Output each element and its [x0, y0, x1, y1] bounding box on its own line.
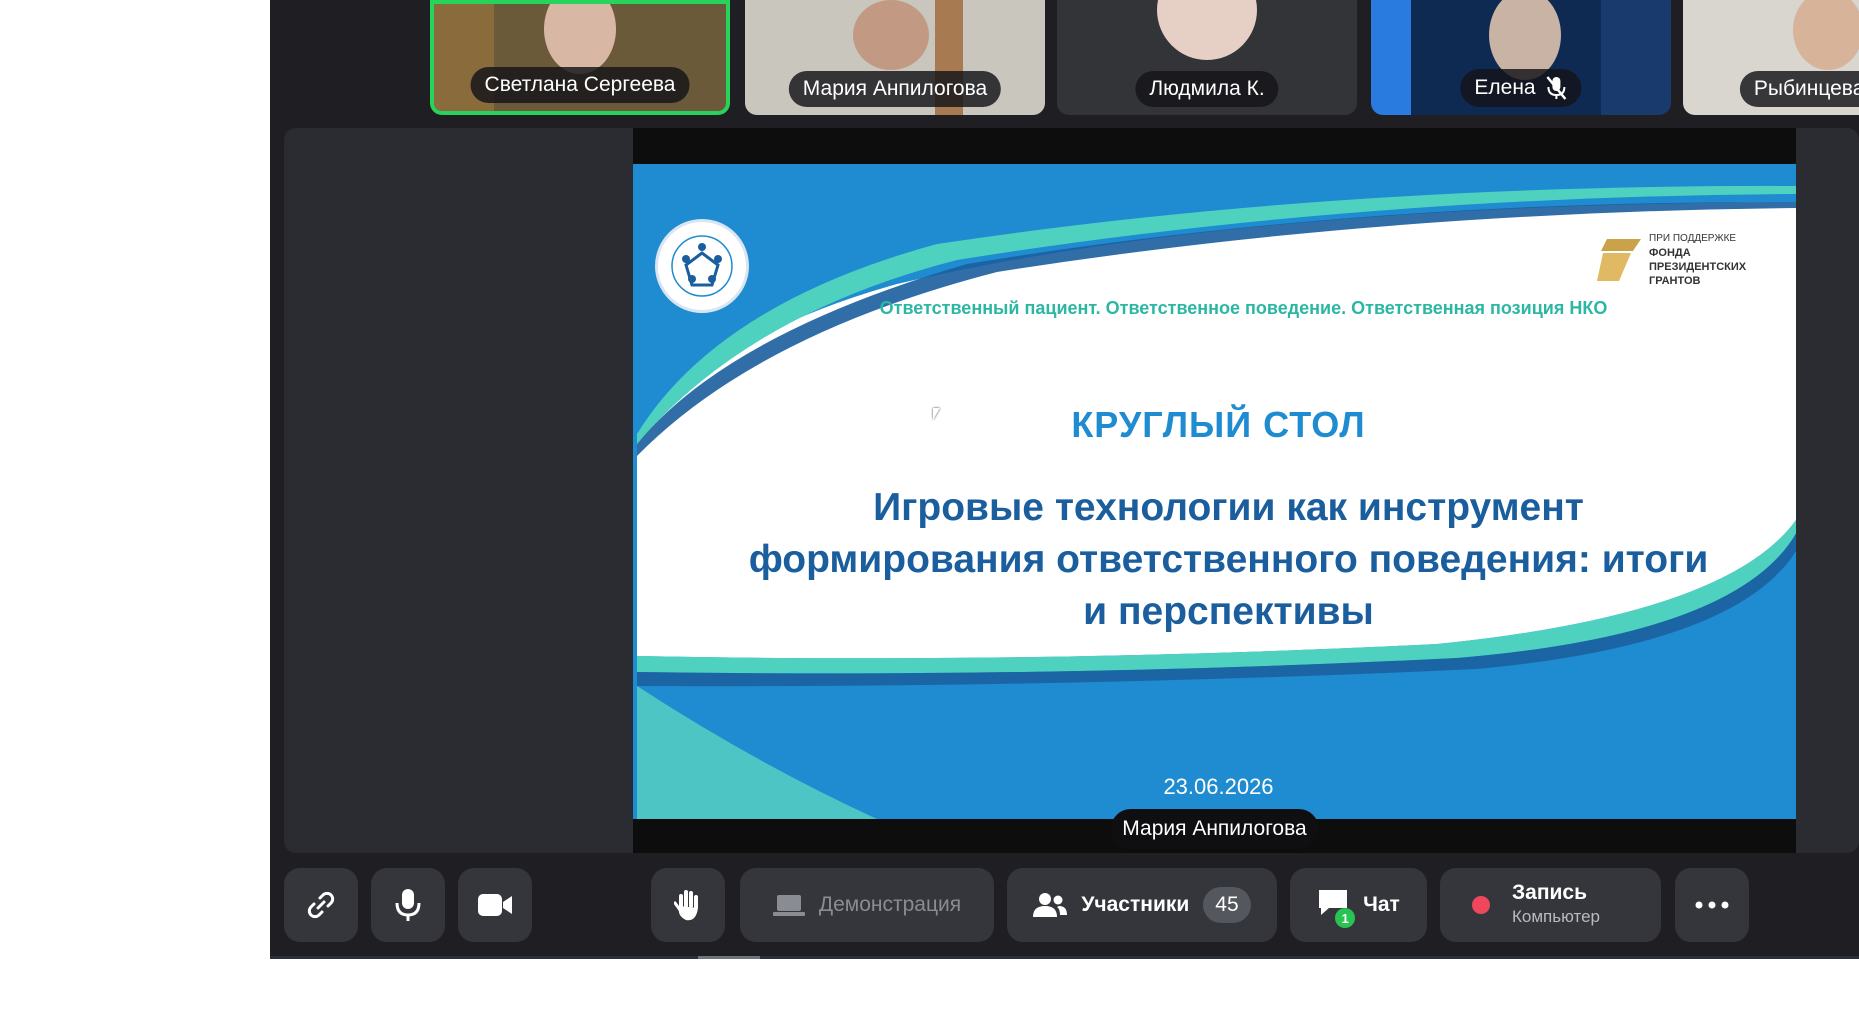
- participants-label: Участники: [1081, 893, 1190, 916]
- camera-button[interactable]: [458, 868, 532, 942]
- sponsor-line: ФОНДА: [1649, 247, 1691, 259]
- raise-hand-button[interactable]: [651, 868, 725, 942]
- participant-video: [853, 0, 929, 70]
- microphone-icon: [395, 889, 421, 921]
- raise-hand-icon: [674, 890, 698, 921]
- background-shape: [1601, 0, 1671, 115]
- slide-title: Игровые технологии как инструмент формир…: [748, 486, 1709, 633]
- slide-heading: КРУГЛЫЙ СТОЛ: [1071, 404, 1366, 445]
- chat-icon-wrap: 1: [1317, 888, 1356, 928]
- horizontal-scrollbar[interactable]: [270, 956, 1859, 959]
- slide-date: 23.06.2026: [1163, 774, 1274, 799]
- participants-count-badge: 45: [1203, 887, 1251, 923]
- people-circle-icon: [671, 235, 733, 297]
- participant-name: Елена: [1460, 69, 1582, 107]
- scrollbar-thumb[interactable]: [698, 956, 760, 959]
- screen-share-button[interactable]: Демонстрация: [740, 868, 994, 942]
- participant-name: Людмила К.: [1135, 71, 1279, 107]
- participant-tile[interactable]: Светлана Сергеева: [430, 0, 730, 115]
- record-dot-icon: [1472, 896, 1490, 914]
- slide-subtitle: Ответственный пациент. Ответственное пов…: [879, 298, 1608, 318]
- participant-name-text: Светлана Сергеева: [484, 73, 676, 96]
- microphone-button[interactable]: [371, 868, 445, 942]
- participants-icon: [1033, 893, 1068, 917]
- sponsor-line: ГРАНТОВ: [1649, 275, 1701, 287]
- more-dots-icon: [1695, 901, 1729, 909]
- grants-fund-mark-icon: [1597, 239, 1641, 281]
- background-shape: [1371, 0, 1411, 115]
- participant-name-text: Людмила К.: [1149, 77, 1265, 100]
- chat-label: Чат: [1363, 893, 1400, 916]
- copy-link-button[interactable]: [284, 868, 358, 942]
- participant-avatar: [1157, 0, 1257, 60]
- chat-unread-badge: 1: [1335, 908, 1356, 928]
- participant-tile[interactable]: Людмила К.: [1057, 0, 1357, 115]
- participant-name: Мария Анпилогова: [788, 71, 1002, 107]
- presenter-name: Мария Анпилогова: [1110, 809, 1319, 849]
- participants-button[interactable]: Участники 45: [1007, 868, 1277, 942]
- link-icon: [307, 891, 335, 919]
- mic-muted-icon: [1546, 76, 1567, 100]
- presentation-slide: ПРИ ПОДДЕРЖКЕ ФОНДА ПРЕЗИДЕНТСКИХ ГРАНТО…: [633, 164, 1796, 819]
- participant-name-text: Елена: [1474, 76, 1536, 99]
- main-stage: ПРИ ПОДДЕРЖКЕ ФОНДА ПРЕЗИДЕНТСКИХ ГРАНТО…: [284, 128, 1859, 853]
- participant-video: [1793, 0, 1859, 70]
- video-conference-window: Светлана Сергеева Мария Анпилогова Людми…: [270, 0, 1859, 958]
- record-sublabel: Компьютер: [1512, 907, 1600, 926]
- chat-button[interactable]: 1 Чат: [1290, 868, 1427, 942]
- more-options-button[interactable]: [1675, 868, 1749, 942]
- record-label: Запись: [1512, 881, 1588, 904]
- record-button[interactable]: Запись Компьютер: [1440, 868, 1661, 942]
- sponsor-line: ПРЕЗИДЕНТСКИХ: [1649, 261, 1747, 273]
- shared-screen[interactable]: ПРИ ПОДДЕРЖКЕ ФОНДА ПРЕЗИДЕНТСКИХ ГРАНТО…: [633, 128, 1796, 853]
- participant-video: [544, 4, 616, 74]
- participant-name: Рыбинцева ОЛ: [1739, 71, 1859, 107]
- grants-fund-logo: ПРИ ПОДДЕРЖКЕ ФОНДА ПРЕЗИДЕНТСКИХ ГРАНТО…: [1597, 232, 1746, 288]
- participant-tile[interactable]: Мария Анпилогова: [745, 0, 1045, 115]
- mouse-cursor-icon: [933, 408, 940, 420]
- participant-video: [1489, 0, 1561, 80]
- video-camera-icon: [478, 894, 512, 916]
- screen-share-label: Демонстрация: [818, 893, 962, 916]
- sponsor-caption: ПРИ ПОДДЕРЖКЕ: [1649, 233, 1737, 244]
- participant-name-text: Мария Анпилогова: [802, 77, 988, 100]
- participant-name-text: Рыбинцева ОЛ: [1753, 77, 1859, 100]
- participant-tile[interactable]: Елена: [1371, 0, 1671, 115]
- participant-name: Светлана Сергеева: [470, 67, 690, 103]
- laptop-icon: [772, 895, 805, 916]
- participant-tile[interactable]: Рыбинцева ОЛ: [1683, 0, 1859, 115]
